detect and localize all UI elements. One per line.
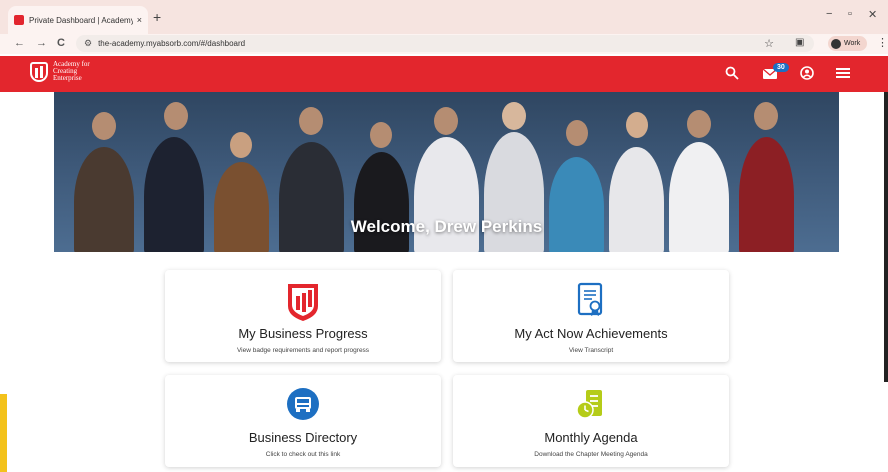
card-title: Monthly Agenda xyxy=(544,430,638,445)
account-icon[interactable] xyxy=(800,66,814,82)
logo-line-3: Enterprise xyxy=(53,74,82,82)
hero-banner: Welcome, Drew Perkins xyxy=(54,92,839,252)
welcome-message: Welcome, Drew Perkins xyxy=(350,217,543,236)
card-title: My Act Now Achievements xyxy=(514,326,668,341)
card-title: Business Directory xyxy=(248,430,358,445)
business-directory-card[interactable]: Business Directory Click to check out th… xyxy=(165,375,441,467)
achievements-card[interactable]: My Act Now Achievements View Transcript xyxy=(453,270,729,362)
browser-tab-strip: Private Dashboard | Academy fo × + − ▫ ✕ xyxy=(0,0,888,34)
site-info-icon[interactable]: ⚙ xyxy=(84,38,92,49)
profile-label: Work xyxy=(844,40,861,47)
browser-menu-icon[interactable]: ⋮ xyxy=(877,36,888,49)
new-tab-button[interactable]: + xyxy=(153,9,161,25)
business-progress-icon xyxy=(165,282,441,322)
left-edge-accent xyxy=(0,394,7,472)
agenda-icon xyxy=(453,387,729,421)
close-window-button[interactable]: ✕ xyxy=(868,8,877,21)
monthly-agenda-card[interactable]: Monthly Agenda Download the Chapter Meet… xyxy=(453,375,729,467)
profile-avatar-icon xyxy=(831,38,841,49)
card-title: My Business Progress xyxy=(238,326,368,341)
business-progress-card[interactable]: My Business Progress View badge requirem… xyxy=(165,270,441,362)
card-subtitle: View badge requirements and report progr… xyxy=(236,347,370,354)
extensions-icon[interactable]: ▣ xyxy=(795,37,804,48)
tab-favicon-icon xyxy=(14,15,24,25)
directory-icon xyxy=(165,387,441,421)
tab-close-icon[interactable]: × xyxy=(137,15,142,25)
address-bar[interactable]: ⚙ the-academy.myabsorb.com/#/dashboard ☆ xyxy=(76,35,814,52)
app-header: Academy for Creating Enterprise xyxy=(0,56,888,92)
certificate-icon xyxy=(453,282,729,318)
back-button[interactable]: ← xyxy=(14,37,25,49)
page-scrollbar[interactable] xyxy=(884,92,888,382)
search-icon[interactable] xyxy=(725,66,739,82)
academy-logo[interactable]: Academy for Creating Enterprise xyxy=(30,61,90,82)
forward-button[interactable]: → xyxy=(36,37,47,49)
card-subtitle: Download the Chapter Meeting Agenda xyxy=(534,451,648,458)
reload-button[interactable]: C xyxy=(57,37,65,49)
logo-mark-icon xyxy=(30,61,48,82)
minimize-button[interactable]: − xyxy=(826,8,832,20)
tab-title: Private Dashboard | Academy fo xyxy=(29,15,133,25)
address-bar-row: ← → C ⚙ the-academy.myabsorb.com/#/dashb… xyxy=(0,34,888,54)
browser-tab[interactable]: Private Dashboard | Academy fo × xyxy=(8,6,148,34)
bookmark-star-icon[interactable]: ☆ xyxy=(764,37,774,50)
profile-button[interactable]: Work xyxy=(828,36,868,51)
messages-count-badge: 30 xyxy=(773,63,789,72)
url-text[interactable]: the-academy.myabsorb.com/#/dashboard xyxy=(98,39,245,48)
maximize-button[interactable]: ▫ xyxy=(848,8,852,20)
hamburger-menu-icon[interactable] xyxy=(836,66,850,82)
card-subtitle: Click to check out this link xyxy=(265,451,341,458)
card-subtitle: View Transcript xyxy=(568,347,614,354)
